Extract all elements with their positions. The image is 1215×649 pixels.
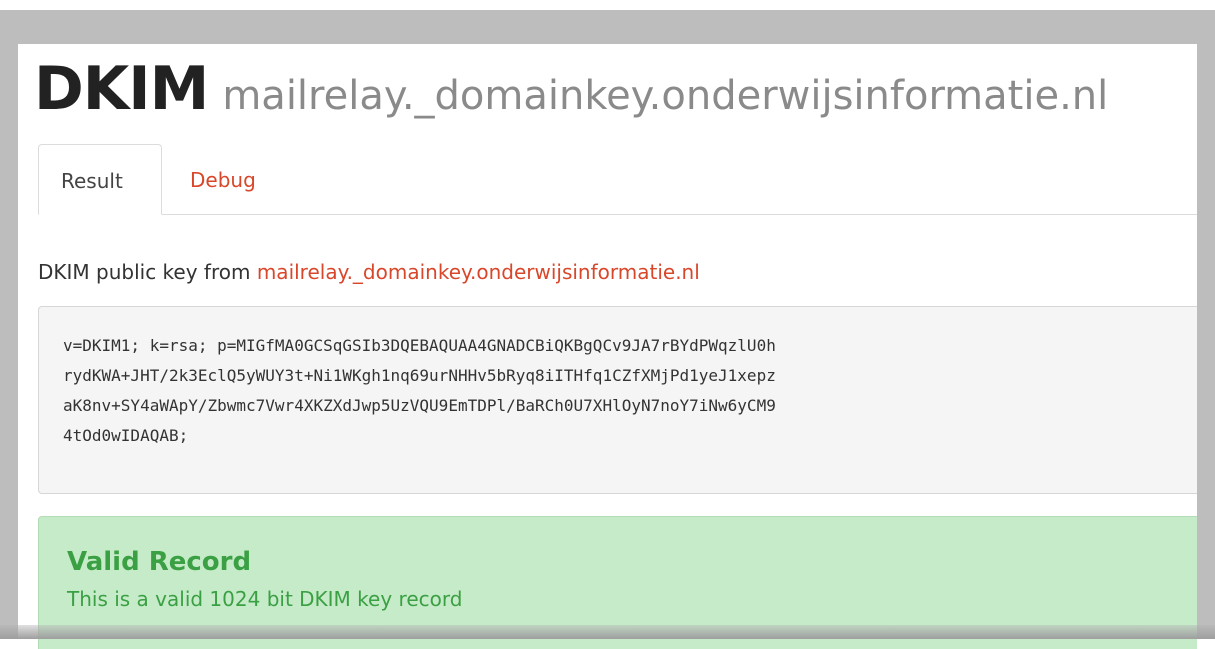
public-key-label-prefix: DKIM public key from xyxy=(38,260,257,284)
record-line: v=DKIM1; k=rsa; p=MIGfMA0GCSqGSIb3DQEBAQ… xyxy=(63,336,776,355)
domain-link[interactable]: mailrelay._domainkey.onderwijsinformatie… xyxy=(257,260,700,284)
alert-message: This is a valid 1024 bit DKIM key record xyxy=(67,587,463,611)
record-line: rydKWA+JHT/2k3EclQ5yWUY3t+Ni1WKgh1nq69ur… xyxy=(63,366,776,385)
record-line: aK8nv+SY4aWApY/Zbwmc7Vwr4XKZXdJwp5UzVQU9… xyxy=(63,396,776,415)
dkim-record-box: v=DKIM1; k=rsa; p=MIGfMA0GCSqGSIb3DQEBAQ… xyxy=(38,306,1197,494)
page-title: DKIM mailrelay._domainkey.onderwijsinform… xyxy=(34,54,1108,124)
record-line: 4tOd0wIDAQAB; xyxy=(63,426,189,445)
screenshot-frame: DKIM mailrelay._domainkey.onderwijsinform… xyxy=(0,10,1215,649)
public-key-label: DKIM public key from mailrelay._domainke… xyxy=(38,260,700,284)
tab-result[interactable]: Result xyxy=(38,144,162,215)
dkim-panel: DKIM mailrelay._domainkey.onderwijsinform… xyxy=(18,44,1197,649)
alert-title: Valid Record xyxy=(67,547,252,577)
title-domain: mailrelay._domainkey.onderwijsinformatie… xyxy=(222,73,1109,119)
tab-debug[interactable]: Debug xyxy=(168,144,278,214)
title-dkim: DKIM xyxy=(34,54,209,124)
bottom-shadow xyxy=(0,625,1215,639)
tab-bar: Result Debug xyxy=(38,144,1197,215)
